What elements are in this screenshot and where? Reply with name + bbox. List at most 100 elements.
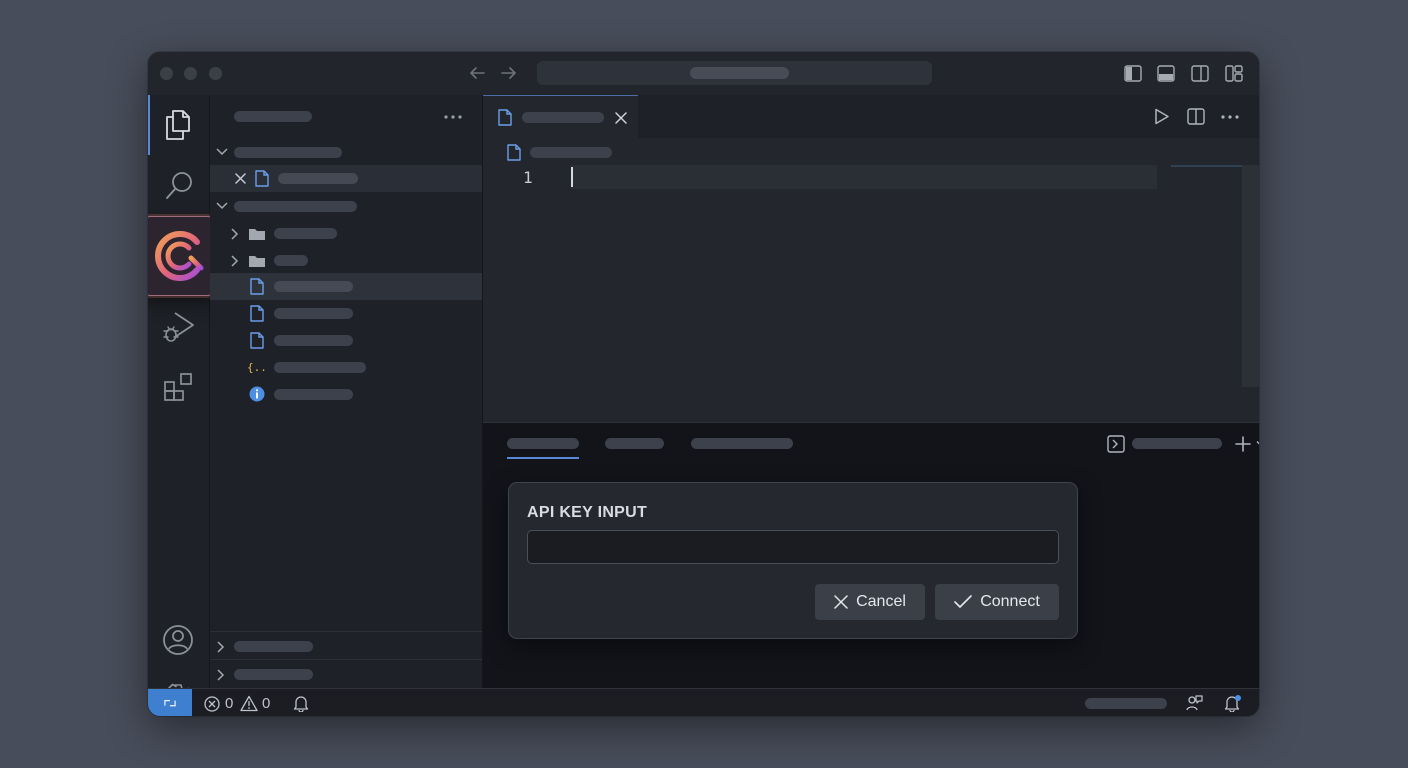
file-icon bbox=[498, 109, 512, 126]
chevron-right-icon bbox=[217, 669, 225, 681]
panel-tab[interactable] bbox=[605, 438, 664, 449]
extension-logo-icon bbox=[155, 231, 204, 281]
chevron-down-icon[interactable] bbox=[1256, 440, 1259, 448]
connect-button[interactable]: Connect bbox=[935, 584, 1059, 620]
collapsed-section-header[interactable] bbox=[210, 661, 482, 688]
open-editor-filename bbox=[278, 173, 358, 184]
command-center-label bbox=[690, 67, 789, 79]
vertical-scrollbar[interactable] bbox=[1242, 165, 1259, 387]
explorer-sidebar: {..} bbox=[210, 95, 483, 688]
window-close-dot[interactable] bbox=[160, 67, 173, 80]
tree-folder-name bbox=[274, 228, 337, 239]
warning-count[interactable]: 0 bbox=[262, 695, 270, 712]
forward-arrow-icon[interactable] bbox=[500, 65, 518, 81]
breadcrumb-filename[interactable] bbox=[530, 147, 612, 158]
window-minimize-dot[interactable] bbox=[184, 67, 197, 80]
tree-folder-item[interactable] bbox=[210, 247, 482, 274]
api-key-input[interactable] bbox=[527, 530, 1059, 564]
chevron-right-icon bbox=[231, 255, 239, 267]
current-line-highlight bbox=[571, 165, 1157, 189]
command-center[interactable] bbox=[537, 61, 932, 85]
tree-folder-item[interactable] bbox=[210, 220, 482, 247]
checkmark-icon bbox=[954, 595, 973, 608]
svg-text:{..}: {..} bbox=[247, 361, 267, 374]
open-editors-section-header[interactable] bbox=[210, 139, 482, 166]
section-divider bbox=[210, 659, 482, 660]
add-icon[interactable] bbox=[1234, 435, 1252, 453]
toggle-secondary-sidebar-icon[interactable] bbox=[1191, 65, 1209, 82]
tab-filename bbox=[522, 112, 604, 123]
tree-file-item[interactable] bbox=[210, 381, 482, 408]
status-item[interactable] bbox=[1085, 698, 1167, 709]
terminal-selector-label[interactable] bbox=[1132, 438, 1222, 449]
extensions-icon[interactable] bbox=[163, 372, 195, 404]
extension-view-button[interactable] bbox=[148, 216, 219, 296]
run-debug-icon[interactable] bbox=[161, 309, 197, 345]
info-icon bbox=[249, 386, 265, 402]
open-editors-label bbox=[234, 147, 342, 158]
section-label bbox=[234, 641, 313, 652]
editor-tab-bar bbox=[483, 95, 1259, 138]
close-icon bbox=[834, 595, 848, 609]
account-icon[interactable] bbox=[162, 624, 194, 656]
tree-file-name bbox=[274, 308, 353, 319]
section-label bbox=[234, 669, 313, 680]
remote-icon bbox=[164, 699, 176, 707]
project-folder-header[interactable] bbox=[210, 193, 482, 220]
activity-bar bbox=[148, 95, 219, 715]
chevron-right-icon bbox=[217, 641, 225, 653]
error-icon[interactable] bbox=[204, 696, 220, 712]
panel-tab[interactable] bbox=[691, 438, 793, 449]
section-divider bbox=[210, 631, 482, 632]
line-number: 1 bbox=[523, 168, 533, 187]
window-zoom-dot[interactable] bbox=[209, 67, 222, 80]
tree-file-item[interactable] bbox=[210, 327, 482, 354]
toggle-panel-icon[interactable] bbox=[1157, 65, 1175, 82]
tree-file-item[interactable]: {..} bbox=[210, 354, 482, 381]
file-icon bbox=[250, 278, 264, 295]
bell-icon[interactable] bbox=[293, 695, 309, 712]
editor-window: {..} bbox=[148, 52, 1259, 716]
split-editor-icon[interactable] bbox=[1187, 108, 1205, 125]
customize-layout-icon[interactable] bbox=[1225, 65, 1243, 82]
terminal-icon[interactable] bbox=[1107, 435, 1125, 453]
feedback-icon[interactable] bbox=[1185, 694, 1203, 712]
explorer-title bbox=[234, 111, 312, 122]
active-indicator bbox=[148, 95, 150, 155]
chevron-down-icon bbox=[216, 148, 228, 156]
more-icon[interactable] bbox=[1221, 115, 1239, 119]
file-icon bbox=[250, 305, 264, 322]
cancel-button[interactable]: Cancel bbox=[815, 584, 925, 620]
folder-icon bbox=[249, 229, 265, 240]
back-arrow-icon[interactable] bbox=[468, 65, 486, 81]
toggle-primary-sidebar-icon[interactable] bbox=[1124, 65, 1142, 82]
cancel-label: Cancel bbox=[856, 593, 906, 610]
chevron-down-icon bbox=[216, 202, 228, 210]
tree-file-item[interactable] bbox=[210, 300, 482, 327]
tree-folder-name bbox=[274, 255, 308, 266]
warning-icon[interactable] bbox=[240, 695, 258, 712]
open-editor-item[interactable] bbox=[210, 165, 482, 192]
close-icon[interactable] bbox=[234, 172, 247, 185]
panel-tab-terminal[interactable] bbox=[507, 438, 579, 449]
code-editor[interactable]: 1 bbox=[483, 138, 1259, 422]
tree-file-name bbox=[274, 281, 353, 292]
editor-tab-active[interactable] bbox=[483, 95, 638, 138]
error-count[interactable]: 0 bbox=[225, 695, 233, 712]
remote-indicator[interactable] bbox=[148, 689, 192, 716]
tree-file-item[interactable] bbox=[210, 273, 482, 300]
collapsed-section-header[interactable] bbox=[210, 633, 482, 660]
json-braces-icon: {..} bbox=[247, 361, 267, 374]
file-icon bbox=[507, 144, 521, 161]
notifications-bell-icon[interactable] bbox=[1224, 694, 1242, 712]
bottom-panel: API KEY INPUT Cancel Connect bbox=[483, 422, 1259, 689]
more-icon[interactable] bbox=[444, 115, 462, 119]
file-icon bbox=[250, 332, 264, 349]
status-bar: 0 0 bbox=[148, 688, 1259, 716]
connect-label: Connect bbox=[980, 593, 1040, 610]
explorer-icon[interactable] bbox=[163, 109, 193, 141]
search-icon[interactable] bbox=[164, 170, 194, 202]
close-icon[interactable] bbox=[615, 112, 627, 124]
chevron-right-icon bbox=[231, 228, 239, 240]
run-icon[interactable] bbox=[1154, 108, 1170, 125]
